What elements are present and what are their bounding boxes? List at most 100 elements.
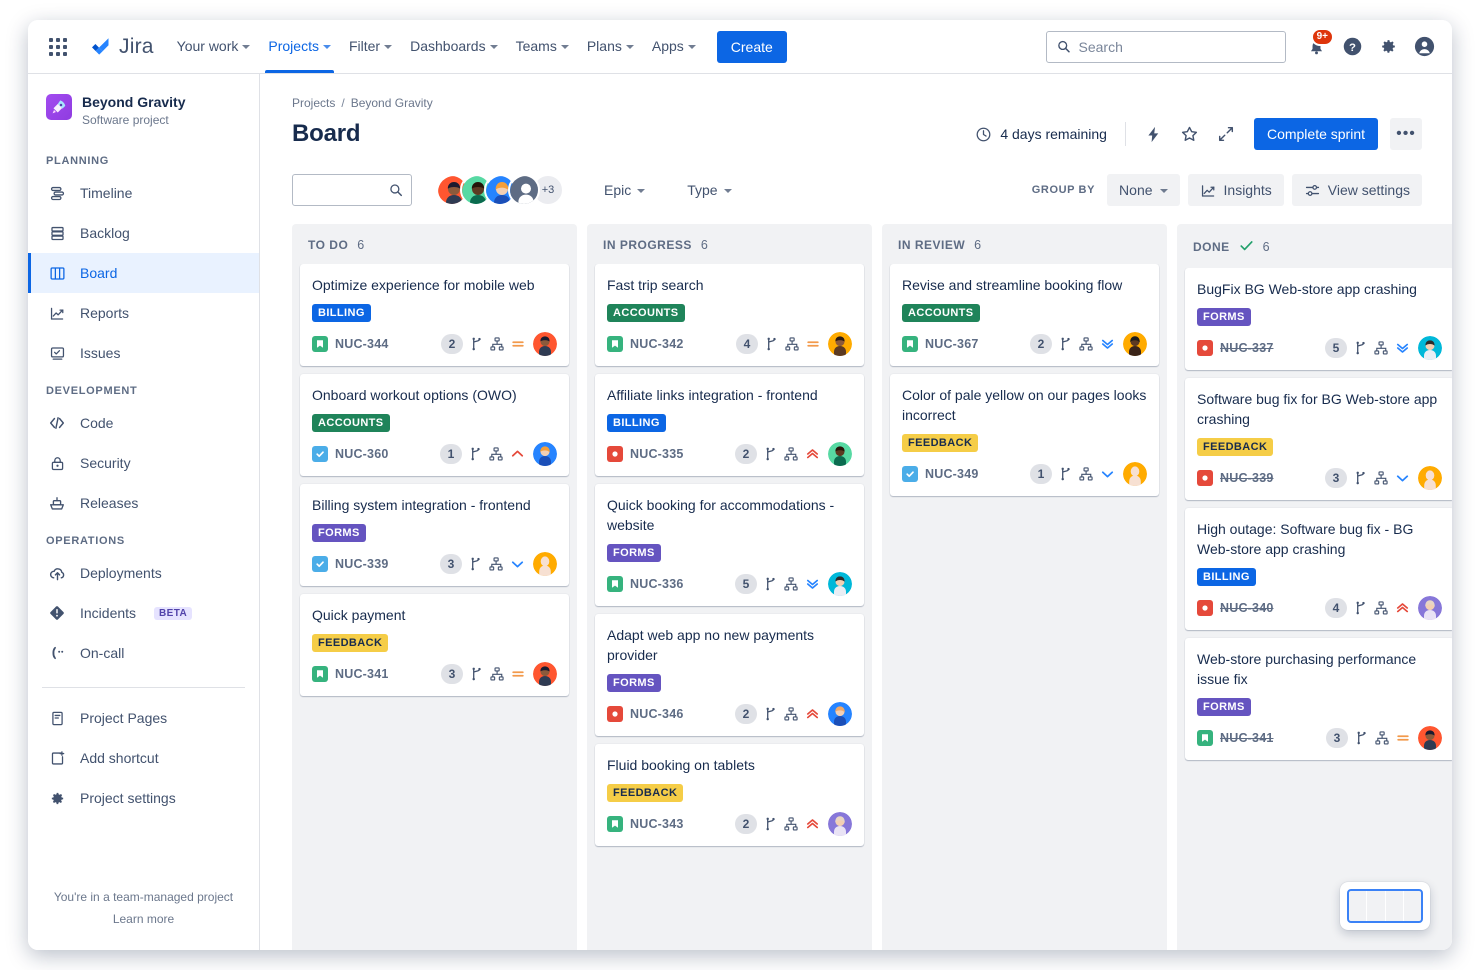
- epic-filter-dropdown[interactable]: Epic: [594, 174, 655, 206]
- card-assignee-avatar[interactable]: [1418, 726, 1442, 750]
- nav-filter[interactable]: Filter: [340, 20, 401, 73]
- card-assignee-avatar[interactable]: [828, 332, 852, 356]
- card-assignee-avatar[interactable]: [533, 442, 557, 466]
- card-issue-key[interactable]: NUC-343: [630, 817, 684, 831]
- grid-apps-icon[interactable]: [42, 31, 74, 63]
- card-label[interactable]: ACCOUNTS: [902, 304, 980, 322]
- card-label[interactable]: FEEDBACK: [1197, 438, 1273, 456]
- view-settings-button[interactable]: View settings: [1292, 174, 1422, 206]
- card-assignee-avatar[interactable]: [533, 332, 557, 356]
- insights-button[interactable]: Insights: [1188, 174, 1284, 206]
- automation-button[interactable]: [1138, 118, 1170, 150]
- board-card[interactable]: Billing system integration - frontend FO…: [300, 484, 569, 586]
- board-card[interactable]: Fluid booking on tablets FEEDBACK NUC-34…: [595, 744, 864, 846]
- sidebar-project-header[interactable]: Beyond Gravity Software project: [28, 88, 259, 143]
- type-filter-dropdown[interactable]: Type: [677, 174, 741, 206]
- sidebar-item-reports[interactable]: Reports: [28, 293, 259, 333]
- card-label[interactable]: BILLING: [607, 414, 666, 432]
- board-card[interactable]: Onboard workout options (OWO) ACCOUNTS N…: [300, 374, 569, 476]
- board-card[interactable]: Web-store purchasing performance issue f…: [1185, 638, 1452, 760]
- sidebar-item-incidents[interactable]: Incidents BETA: [28, 593, 259, 633]
- board-search-input[interactable]: [301, 182, 389, 198]
- card-label[interactable]: FORMS: [312, 524, 366, 542]
- board-card[interactable]: Color of pale yellow on our pages looks …: [890, 374, 1159, 496]
- sidebar-item-backlog[interactable]: Backlog: [28, 213, 259, 253]
- card-assignee-avatar[interactable]: [1418, 596, 1442, 620]
- sidebar-item-on-call[interactable]: On-call: [28, 633, 259, 673]
- card-label[interactable]: BILLING: [312, 304, 371, 322]
- card-issue-key[interactable]: NUC-367: [925, 337, 979, 351]
- global-search[interactable]: [1046, 31, 1286, 63]
- card-issue-key[interactable]: NUC-335: [630, 447, 684, 461]
- card-issue-key[interactable]: NUC-344: [335, 337, 389, 351]
- sidebar-item-board[interactable]: Board: [28, 253, 259, 293]
- card-assignee-avatar[interactable]: [1123, 462, 1147, 486]
- sidebar-item-issues[interactable]: Issues: [28, 333, 259, 373]
- board-card[interactable]: Quick booking for accommodations - websi…: [595, 484, 864, 606]
- card-label[interactable]: FEEDBACK: [312, 634, 388, 652]
- fullscreen-button[interactable]: [1210, 118, 1242, 150]
- nav-dashboards[interactable]: Dashboards: [401, 20, 507, 73]
- sidebar-item-deployments[interactable]: Deployments: [28, 553, 259, 593]
- card-issue-key[interactable]: NUC-341: [1220, 731, 1274, 745]
- gear-icon[interactable]: [1372, 31, 1404, 63]
- card-issue-key[interactable]: NUC-339: [1220, 471, 1274, 485]
- card-label[interactable]: ACCOUNTS: [312, 414, 390, 432]
- card-label[interactable]: FORMS: [607, 674, 661, 692]
- card-label[interactable]: BILLING: [1197, 568, 1256, 586]
- complete-sprint-button[interactable]: Complete sprint: [1254, 118, 1378, 150]
- card-issue-key[interactable]: NUC-342: [630, 337, 684, 351]
- card-label[interactable]: FORMS: [1197, 308, 1251, 326]
- create-button[interactable]: Create: [717, 31, 787, 63]
- sidebar-item-add-shortcut[interactable]: Add shortcut: [28, 738, 259, 778]
- help-circle-icon[interactable]: ?: [1336, 31, 1368, 63]
- card-assignee-avatar[interactable]: [1418, 466, 1442, 490]
- card-assignee-avatar[interactable]: [1123, 332, 1147, 356]
- board-card[interactable]: Quick payment FEEDBACK NUC-341: [300, 594, 569, 696]
- search-input[interactable]: [1079, 39, 1275, 55]
- sidebar-item-releases[interactable]: Releases: [28, 483, 259, 523]
- nav-plans[interactable]: Plans: [578, 20, 643, 73]
- board-card[interactable]: Affiliate links integration - frontend B…: [595, 374, 864, 476]
- card-issue-key[interactable]: NUC-349: [925, 467, 979, 481]
- star-button[interactable]: [1174, 118, 1206, 150]
- breadcrumb-current-project[interactable]: Beyond Gravity: [351, 96, 433, 110]
- card-issue-key[interactable]: NUC-346: [630, 707, 684, 721]
- board-search[interactable]: [292, 174, 412, 206]
- sidebar-item-code[interactable]: Code: [28, 403, 259, 443]
- board-card[interactable]: Adapt web app no new payments provider F…: [595, 614, 864, 736]
- nav-projects[interactable]: Projects: [259, 20, 340, 73]
- board-card[interactable]: BugFix BG Web-store app crashing FORMS N…: [1185, 268, 1452, 370]
- card-assignee-avatar[interactable]: [828, 572, 852, 596]
- card-assignee-avatar[interactable]: [828, 702, 852, 726]
- sidebar-item-timeline[interactable]: Timeline: [28, 173, 259, 213]
- breadcrumb-projects[interactable]: Projects: [292, 96, 335, 110]
- board-card[interactable]: Fast trip search ACCOUNTS NUC-342: [595, 264, 864, 366]
- card-issue-key[interactable]: NUC-336: [630, 577, 684, 591]
- card-assignee-avatar[interactable]: [533, 552, 557, 576]
- nav-apps[interactable]: Apps: [643, 20, 705, 73]
- card-label[interactable]: ACCOUNTS: [607, 304, 685, 322]
- board-card[interactable]: Optimize experience for mobile web BILLI…: [300, 264, 569, 366]
- card-assignee-avatar[interactable]: [828, 442, 852, 466]
- card-assignee-avatar[interactable]: [533, 662, 557, 686]
- card-label[interactable]: FORMS: [1197, 698, 1251, 716]
- card-issue-key[interactable]: NUC-341: [335, 667, 389, 681]
- nav-teams[interactable]: Teams: [507, 20, 578, 73]
- card-label[interactable]: FORMS: [607, 544, 661, 562]
- sidebar-item-project-pages[interactable]: Project Pages: [28, 698, 259, 738]
- card-issue-key[interactable]: NUC-337: [1220, 341, 1274, 355]
- card-assignee-avatar[interactable]: [828, 812, 852, 836]
- jira-logo[interactable]: Jira: [88, 35, 154, 59]
- card-issue-key[interactable]: NUC-339: [335, 557, 389, 571]
- card-issue-key[interactable]: NUC-340: [1220, 601, 1274, 615]
- card-assignee-avatar[interactable]: [1418, 336, 1442, 360]
- more-actions-button[interactable]: •••: [1390, 118, 1422, 150]
- sidebar-item-security[interactable]: Security: [28, 443, 259, 483]
- board-card[interactable]: Revise and streamline booking flow ACCOU…: [890, 264, 1159, 366]
- group-by-dropdown[interactable]: None: [1107, 174, 1179, 206]
- avatar[interactable]: [508, 174, 540, 206]
- learn-more-link[interactable]: Learn more: [46, 908, 241, 930]
- board-card[interactable]: High outage: Software bug fix - BG Web-s…: [1185, 508, 1452, 630]
- board-minimap[interactable]: [1340, 882, 1430, 930]
